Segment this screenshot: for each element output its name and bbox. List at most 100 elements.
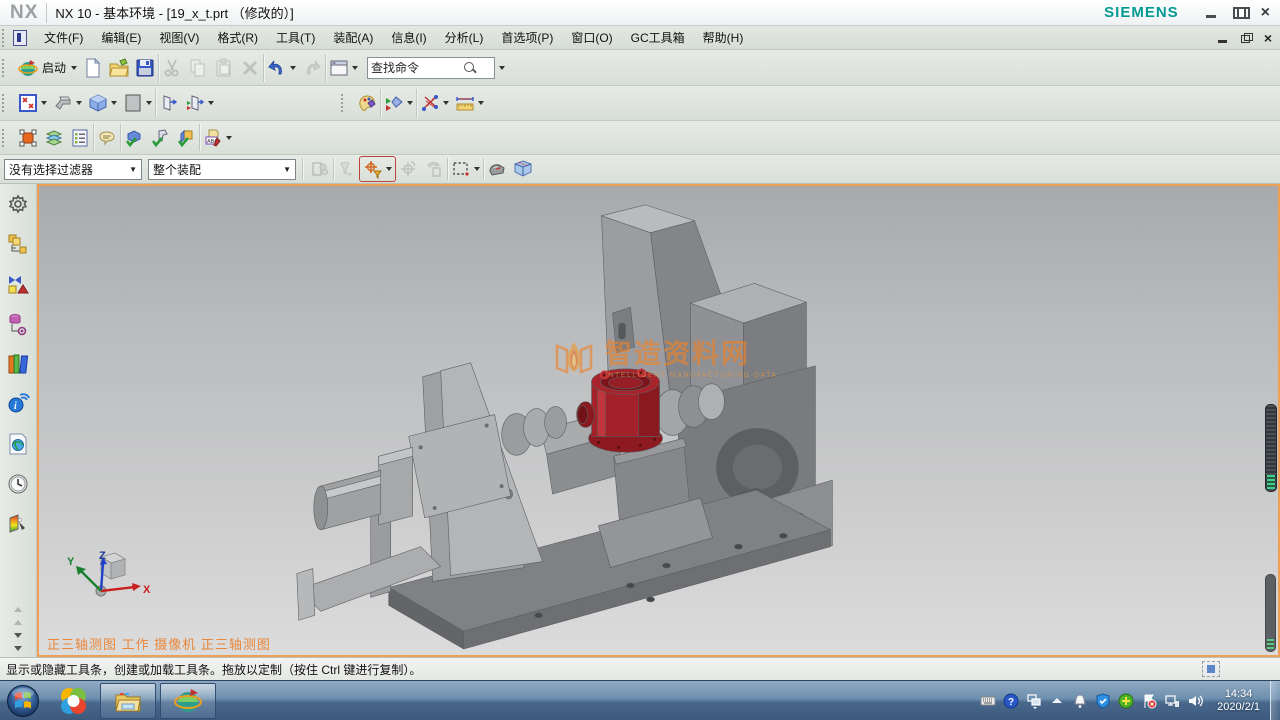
menu-window[interactable]: 窗口(O) (562, 26, 621, 49)
child-minimize-button[interactable] (1218, 33, 1229, 43)
menu-tools[interactable]: 工具(T) (267, 26, 324, 49)
hd3d-info-icon[interactable]: i (6, 392, 30, 416)
nx-task-button[interactable] (160, 683, 216, 719)
palette-spectrum-icon[interactable] (6, 512, 30, 536)
tray-network-icon[interactable] (1164, 693, 1180, 709)
scroll-up2-icon[interactable] (14, 620, 22, 625)
tray-action-center-icon[interactable] (1141, 693, 1157, 709)
floating-scrollbar-2[interactable] (1265, 574, 1276, 652)
menu-information[interactable]: 信息(I) (382, 26, 435, 49)
search-icon[interactable] (463, 61, 477, 75)
check-clearance-button[interactable] (121, 126, 147, 150)
scroll-down-icon[interactable] (14, 633, 22, 638)
clip-window-icon[interactable] (1202, 661, 1220, 677)
part-navigator-icon[interactable] (6, 312, 30, 336)
menu-format[interactable]: 格式(R) (208, 26, 267, 49)
save-button[interactable] (132, 56, 158, 80)
snap-assembly-button[interactable] (307, 157, 333, 181)
marquee-select-button[interactable] (448, 157, 483, 181)
open-file-button[interactable] (106, 56, 132, 80)
constraints-button[interactable] (417, 91, 452, 115)
menu-analysis[interactable]: 分析(L) (436, 26, 493, 49)
scope-combo[interactable]: 整个装配 ▼ (148, 159, 296, 180)
find-command-box[interactable] (367, 57, 495, 79)
paste-button[interactable] (211, 56, 237, 80)
menu-assemblies[interactable]: 装配(A) (324, 26, 382, 49)
rotate-point-button[interactable] (395, 157, 421, 181)
check-cube-button[interactable] (173, 126, 199, 150)
toolbar1-drag-handle[interactable] (2, 59, 7, 77)
toolbar3-drag-handle[interactable] (2, 129, 7, 147)
constraint-navigator-icon[interactable] (6, 272, 30, 296)
check-tool-button[interactable] (147, 126, 173, 150)
menu-gc-toolbox[interactable]: GC工具箱 (622, 26, 694, 49)
edit-text-button[interactable]: ABC (200, 126, 235, 150)
redo-button[interactable] (299, 56, 325, 80)
view-triad[interactable]: Z X Y (63, 551, 153, 609)
tray-bell-icon[interactable] (1072, 693, 1088, 709)
immediate-hide-button[interactable] (182, 91, 217, 115)
assembly-navigator-icon[interactable] (6, 232, 30, 256)
glass-cube-button[interactable] (510, 157, 536, 181)
pinned-app-icon[interactable] (56, 684, 90, 718)
tray-shield-icon[interactable] (1095, 693, 1111, 709)
filter-crosshair-button[interactable] (360, 157, 395, 181)
find-command-dropdown-arrow[interactable] (499, 66, 505, 70)
rendering-style-button[interactable] (50, 91, 85, 115)
roles-gear-icon[interactable] (6, 192, 30, 216)
assembly-navigator-button[interactable] (67, 126, 93, 150)
history-clock-icon[interactable] (6, 472, 30, 496)
copy-button[interactable] (185, 56, 211, 80)
menubar-drag-handle[interactable] (2, 29, 7, 47)
toolbar2-drag-handle[interactable] (2, 94, 7, 112)
scroll-up-icon[interactable] (14, 607, 22, 612)
show-hide-button[interactable] (156, 91, 182, 115)
child-close-button[interactable]: × (1264, 33, 1272, 43)
explorer-task-button[interactable] (100, 683, 156, 719)
graphics-window[interactable]: 智造资料网 INTELLIGENT MANUFACTURING DATA Z X… (37, 184, 1280, 657)
menu-view[interactable]: 视图(V) (150, 26, 208, 49)
find-command-input[interactable] (371, 61, 463, 75)
layer-settings-button[interactable] (41, 126, 67, 150)
start-menu-button[interactable]: 启动 (15, 56, 80, 80)
scroll-down2-icon[interactable] (14, 646, 22, 651)
minimize-button[interactable] (1205, 7, 1219, 19)
view-orient-button[interactable] (85, 91, 120, 115)
tray-volume-icon[interactable] (1187, 693, 1203, 709)
annotation-button[interactable] (94, 126, 120, 150)
menu-file[interactable]: 文件(F) (35, 26, 92, 49)
new-file-button[interactable] (80, 56, 106, 80)
cut-button[interactable] (159, 56, 185, 80)
fit-view-button[interactable] (15, 91, 50, 115)
snap-point-button[interactable] (484, 157, 510, 181)
tray-expand-icon[interactable] (1049, 693, 1065, 709)
drag-handle-button[interactable] (421, 157, 447, 181)
floating-scrollbar-1[interactable] (1265, 404, 1277, 492)
toolbar2b-drag-handle[interactable] (341, 94, 346, 112)
undo-button[interactable] (264, 56, 299, 80)
menu-preferences[interactable]: 首选项(P) (492, 26, 562, 49)
selection-filter-combo[interactable]: 没有选择过滤器 ▼ (4, 159, 142, 180)
restore-button[interactable] (1233, 7, 1247, 19)
measure-button[interactable] (452, 91, 487, 115)
taskbar-clock[interactable]: 14:34 2020/2/1 (1217, 688, 1260, 714)
show-desktop-button[interactable] (1270, 681, 1280, 720)
red-pump-part[interactable] (577, 369, 663, 452)
move-component-button[interactable] (15, 126, 41, 150)
filter-back-button[interactable] (334, 157, 360, 181)
start-button[interactable] (6, 684, 40, 718)
tray-help-icon[interactable]: ? (1003, 693, 1019, 709)
menu-help[interactable]: 帮助(H) (694, 26, 753, 49)
child-restore-button[interactable] (1241, 33, 1252, 43)
reuse-library-icon[interactable] (6, 352, 30, 376)
role-palette-button[interactable] (354, 91, 380, 115)
menu-edit[interactable]: 编辑(E) (92, 26, 150, 49)
delete-button[interactable] (237, 56, 263, 80)
web-browser-icon[interactable] (6, 432, 30, 456)
background-button[interactable] (120, 91, 155, 115)
assembly-3d-model[interactable] (39, 186, 1278, 655)
tray-antivirus-icon[interactable] (1118, 693, 1134, 709)
animation-button[interactable] (381, 91, 416, 115)
window-layout-button[interactable] (326, 56, 361, 80)
tray-keyboard-icon[interactable] (980, 693, 996, 709)
